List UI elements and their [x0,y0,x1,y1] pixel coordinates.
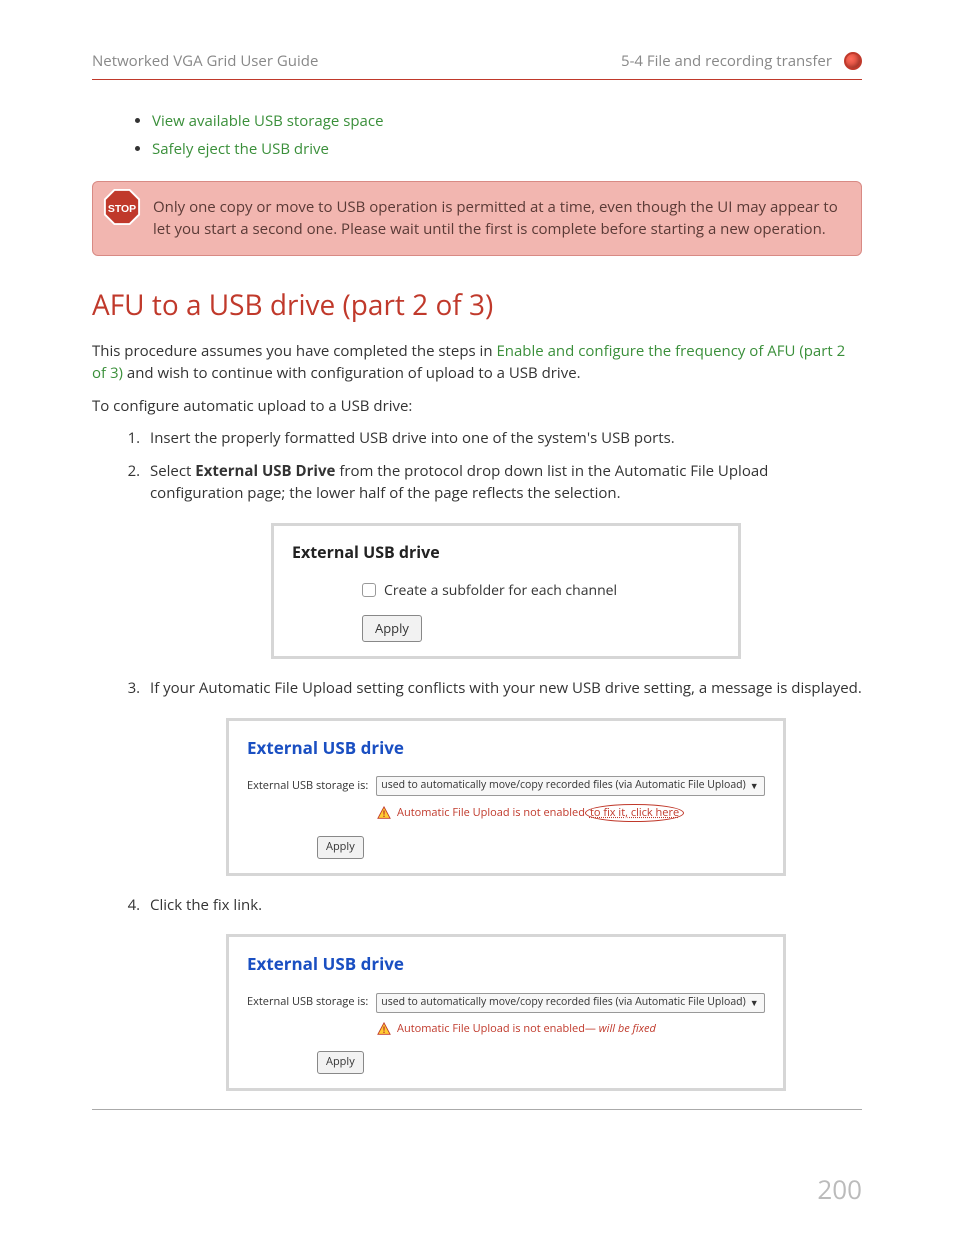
step3-text: If your Automatic File Upload setting co… [150,678,862,698]
link-eject-usb[interactable]: Safely eject the USB drive [152,139,329,159]
chevron-down-icon: ▼ [750,779,759,793]
link-list: View available USB storage space Safely … [152,110,862,161]
footer-rule [92,1109,862,1110]
stop-callout: STOP Only one copy or move to USB operat… [92,181,862,256]
fig3-title: External USB drive [247,951,765,977]
chevron-down-icon: ▼ [750,996,759,1010]
svg-text:!: ! [383,808,386,820]
header-left: Networked VGA Grid User Guide [92,50,318,73]
svg-text:STOP: STOP [108,203,136,214]
warning-icon: ! [377,1022,391,1036]
create-subfolder-checkbox[interactable] [362,583,376,597]
fig3-storage-select[interactable]: used to automatically move/copy recorded… [376,993,765,1013]
create-subfolder-label: Create a subfolder for each channel [384,580,617,601]
steps-list: Insert the properly formatted USB drive … [134,427,862,1091]
page-header: Networked VGA Grid User Guide 5-4 File a… [92,50,862,80]
fig3-warn-pre: Automatic File Upload is not enabled— [397,1021,596,1036]
intro-paragraph: This procedure assumes you have complete… [92,340,862,385]
figure-ext-usb-3: External USB drive External USB storage … [226,934,786,1090]
step-2: Select External USB Drive from the proto… [144,460,862,660]
intro-config: To configure automatic upload to a USB d… [92,395,862,418]
fig3-warn-text: Automatic File Upload is not enabled— wi… [397,1021,656,1038]
intro-post: and wish to continue with configuration … [123,363,581,383]
section-heading: AFU to a USB drive (part 2 of 3) [92,284,862,326]
fig2-select-value: used to automatically move/copy recorded… [381,778,745,794]
figure-ext-usb-1: External USB drive Create a subfolder fo… [271,523,741,660]
header-right: 5-4 File and recording transfer [621,50,832,73]
apply-button-1[interactable]: Apply [362,615,422,643]
fig2-warn-pre: Automatic File Upload is not enabled [397,805,585,820]
intro-pre: This procedure assumes you have complete… [92,341,496,361]
fig3-storage-label: External USB storage is: [247,994,368,1011]
page-number: 200 [0,1170,954,1209]
fig2-storage-select[interactable]: used to automatically move/copy recorded… [376,776,765,796]
svg-text:!: ! [383,1024,386,1036]
step-4: Click the fix link. External USB drive E… [144,894,862,1091]
step2-pre: Select [150,461,195,481]
warning-icon: ! [377,806,391,820]
stop-text: Only one copy or move to USB operation i… [153,197,838,240]
fig2-warn-text: Automatic File Upload is not enabled to … [397,804,684,823]
step2-bold: External USB Drive [195,461,335,481]
apply-button-2[interactable]: Apply [317,836,364,859]
apply-button-3[interactable]: Apply [317,1051,364,1074]
brand-dot-icon [844,52,862,70]
link-view-storage[interactable]: View available USB storage space [152,111,384,131]
figure-ext-usb-2: External USB drive External USB storage … [226,718,786,876]
fig3-warn-italic: will be fixed [596,1021,656,1036]
fig2-storage-label: External USB storage is: [247,778,368,795]
fix-link[interactable]: to fix it, click here [590,805,679,820]
step4-text: Click the fix link. [150,895,262,915]
stop-icon: STOP [103,188,141,226]
fig3-select-value: used to automatically move/copy recorded… [381,995,745,1011]
step-3: If your Automatic File Upload setting co… [144,677,862,876]
step-1: Insert the properly formatted USB drive … [144,427,862,450]
fig1-title: External USB drive [292,540,720,564]
fig2-title: External USB drive [247,735,765,761]
